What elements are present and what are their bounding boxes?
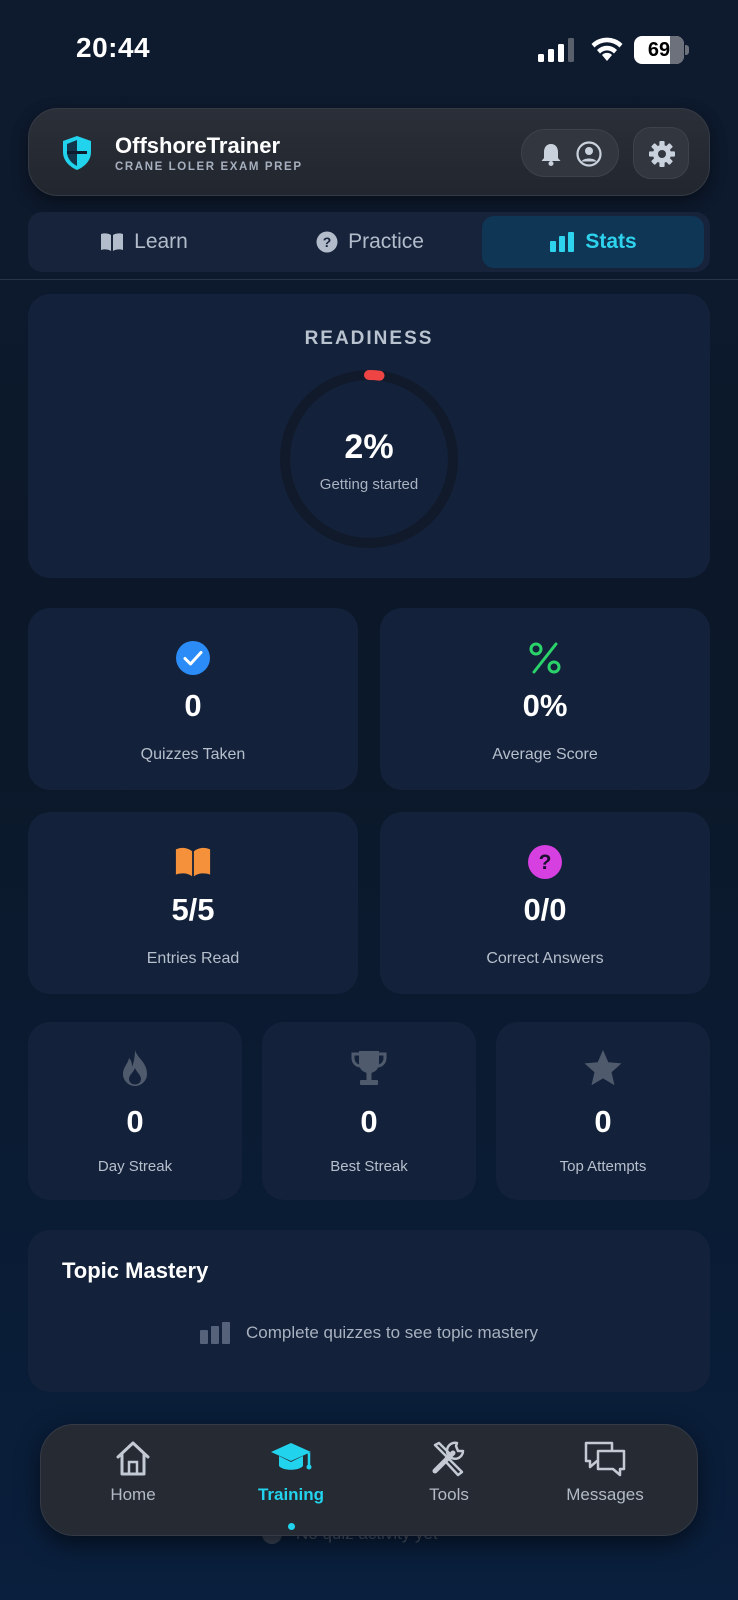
day-streak-label: Day Streak (97, 1158, 173, 1175)
tab-label: Learn (134, 230, 188, 253)
flame-icon (123, 1050, 147, 1086)
messages-icon (584, 1441, 626, 1477)
average-score-card: 0% Average Score (380, 608, 710, 790)
app-header: OffshoreTrainer CRANE LOLER EXAM PREP (28, 108, 710, 196)
quizzes-taken-value: 0 (184, 688, 202, 723)
header-actions (521, 129, 619, 177)
nav-label: Messages (566, 1485, 644, 1504)
day-streak-value: 0 (126, 1104, 144, 1139)
question-icon: ? (316, 231, 338, 253)
best-streak-value: 0 (360, 1104, 378, 1139)
gear-icon (649, 141, 675, 167)
best-streak-label: Best Streak (330, 1158, 408, 1175)
topic-mastery-message: Complete quizzes to see topic mastery (246, 1323, 538, 1342)
quizzes-taken-label: Quizzes Taken (140, 746, 246, 763)
readiness-value: 2% (344, 428, 394, 466)
bar-chart-icon (550, 232, 575, 252)
battery-icon: 69 (634, 36, 690, 64)
tab-learn[interactable]: Learn (34, 216, 254, 268)
open-book-icon (175, 847, 211, 877)
signal-icon (538, 38, 574, 62)
status-bar: 20:44 69 (0, 0, 738, 100)
active-indicator (288, 1523, 295, 1530)
percent-icon (529, 642, 561, 674)
tab-bar: Learn ? Practice Stats (28, 212, 710, 272)
top-attempts-card: 0 Top Attempts (496, 1022, 710, 1200)
tab-stats[interactable]: Stats (482, 216, 704, 268)
nav-tools[interactable]: Tools (379, 1439, 519, 1529)
app-title: OffshoreTrainer (115, 133, 281, 158)
book-icon (101, 233, 124, 251)
question-circle-icon: ? (528, 845, 562, 879)
correct-answers-label: Correct Answers (486, 950, 604, 967)
check-circle-icon (176, 641, 210, 675)
readiness-card: READINESS 2% Getting started (28, 294, 710, 578)
svg-text:?: ? (323, 234, 332, 250)
nav-home[interactable]: Home (63, 1439, 203, 1529)
entries-read-card: 5/5 Entries Read (28, 812, 358, 994)
tab-practice[interactable]: ? Practice (260, 216, 480, 268)
shield-logo-icon (63, 136, 91, 170)
top-attempts-value: 0 (594, 1104, 612, 1139)
top-attempts-label: Top Attempts (559, 1158, 647, 1175)
graduation-cap-icon (271, 1443, 312, 1470)
bell-icon[interactable] (540, 142, 562, 166)
user-icon[interactable] (576, 141, 602, 167)
nav-training[interactable]: Training (221, 1439, 361, 1530)
home-icon (116, 1441, 150, 1476)
tab-label: Practice (348, 230, 424, 253)
average-score-value: 0% (522, 688, 568, 723)
star-icon (584, 1050, 622, 1086)
nav-label: Training (257, 1485, 325, 1504)
trophy-icon (351, 1051, 387, 1085)
settings-button[interactable] (633, 127, 689, 179)
topic-mastery-empty: Complete quizzes to see topic mastery (28, 1322, 710, 1344)
average-score-label: Average Score (492, 746, 598, 763)
nav-messages[interactable]: Messages (535, 1439, 675, 1529)
readiness-title: READINESS (304, 328, 434, 349)
tools-icon (432, 1441, 465, 1477)
wifi-icon (591, 37, 623, 61)
tab-label: Stats (585, 230, 637, 253)
app-subtitle: CRANE LOLER EXAM PREP (115, 161, 303, 173)
bar-chart-icon (200, 1322, 231, 1344)
correct-answers-card: ? 0/0 Correct Answers (380, 812, 710, 994)
nav-label: Tools (429, 1485, 469, 1504)
correct-answers-value: 0/0 (523, 892, 567, 927)
readiness-status: Getting started (319, 476, 419, 493)
best-streak-card: 0 Best Streak (262, 1022, 476, 1200)
entries-read-label: Entries Read (146, 950, 240, 967)
day-streak-card: 0 Day Streak (28, 1022, 242, 1200)
quizzes-taken-card: 0 Quizzes Taken (28, 608, 358, 790)
entries-read-value: 5/5 (171, 892, 215, 927)
topic-mastery-title: Topic Mastery (62, 1258, 209, 1283)
battery-level: 69 (647, 39, 671, 61)
bottom-nav: Home Training Tools Messages (40, 1424, 698, 1536)
topic-mastery-card: Topic Mastery Complete quizzes to see to… (28, 1230, 710, 1392)
nav-label: Home (110, 1485, 156, 1504)
divider (0, 279, 738, 280)
status-time: 20:44 (76, 32, 151, 63)
svg-text:?: ? (539, 851, 552, 874)
